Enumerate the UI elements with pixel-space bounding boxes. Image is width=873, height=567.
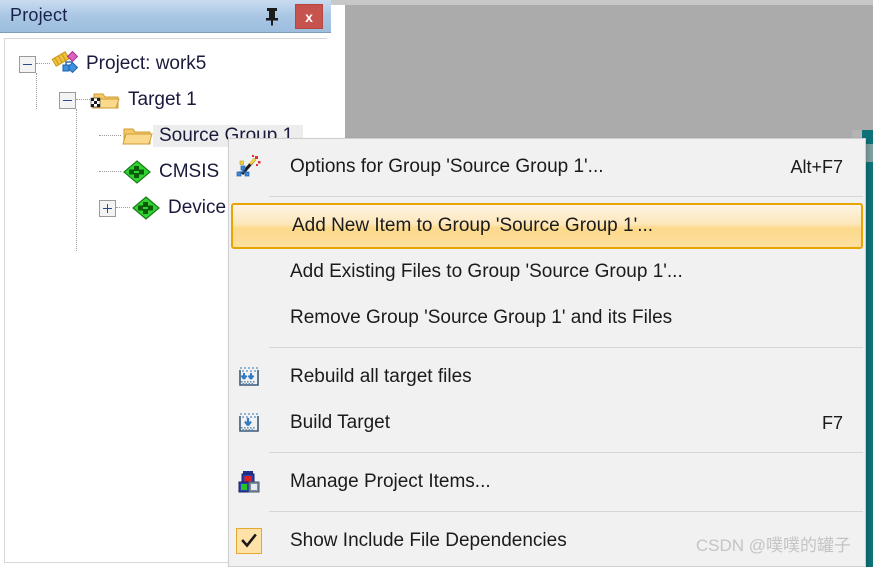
- menu-item-check-container: [229, 528, 268, 554]
- panel-title: Project: [10, 5, 68, 25]
- menu-item-label: Build Target: [290, 412, 390, 433]
- menu-item-build-target[interactable]: Build Target F7: [229, 400, 865, 446]
- tree-item-device[interactable]: Device: [99, 191, 226, 225]
- tree-connector: [36, 63, 50, 65]
- menu-item-manage-project-items[interactable]: Manage Project Items...: [229, 459, 865, 505]
- build-icon: [229, 410, 268, 436]
- tree-connector: [76, 99, 90, 101]
- pin-icon[interactable]: [261, 5, 283, 27]
- tree-connector: [99, 171, 121, 173]
- tree-item-label: Project: work5: [86, 53, 207, 74]
- tree-item-label: CMSIS: [159, 161, 220, 182]
- menu-item-add-new-item[interactable]: Add New Item to Group 'Source Group 1'..…: [231, 203, 863, 249]
- tree-expander-expand[interactable]: [99, 199, 116, 217]
- rebuild-icon: [229, 364, 268, 390]
- tree-item-target-1[interactable]: Target 1: [59, 83, 197, 117]
- menu-item-options-for-group[interactable]: Options for Group 'Source Group 1'... Al…: [229, 144, 865, 190]
- green-diamond-icon: [132, 196, 160, 220]
- menu-item-add-existing-files[interactable]: Add Existing Files to Group 'Source Grou…: [229, 249, 865, 295]
- context-menu: Options for Group 'Source Group 1'... Al…: [228, 138, 866, 567]
- tree-expander-collapse[interactable]: [59, 91, 76, 109]
- project-panel-titlebar: Project x: [0, 0, 331, 33]
- tree-item-label: Device: [168, 197, 227, 218]
- tree-expander-collapse[interactable]: [19, 55, 36, 73]
- menu-item-label: Show Include File Dependencies: [290, 530, 567, 551]
- tree-connector: [116, 207, 130, 209]
- tree-item-label: Target 1: [128, 89, 197, 110]
- green-diamond-icon: [123, 160, 151, 184]
- menu-item-remove-group[interactable]: Remove Group 'Source Group 1' and its Fi…: [229, 295, 865, 341]
- menu-item-show-include-file-dependencies[interactable]: Show Include File Dependencies: [229, 518, 865, 564]
- menu-item-label: Remove Group 'Source Group 1' and its Fi…: [290, 307, 673, 328]
- menu-item-accelerator: Alt+F7: [790, 156, 843, 177]
- menu-item-label: Rebuild all target files: [290, 366, 472, 387]
- tree-connector: [76, 109, 77, 251]
- tree-item-project-root[interactable]: Project: work5: [19, 47, 206, 81]
- close-button[interactable]: x: [295, 4, 323, 29]
- tree-item-cmsis[interactable]: CMSIS: [99, 155, 219, 189]
- magic-wand-icon: [229, 154, 268, 180]
- menu-item-label: Add Existing Files to Group 'Source Grou…: [290, 261, 683, 282]
- project-icon: [51, 51, 79, 74]
- menu-item-label: Options for Group 'Source Group 1'...: [290, 156, 604, 177]
- target-folder-icon: [90, 93, 120, 109]
- menu-item-accelerator: F7: [821, 412, 843, 433]
- menu-item-label: Add New Item to Group 'Source Group 1'..…: [292, 215, 654, 236]
- blocks-icon: [229, 469, 268, 495]
- checkmark-icon: [235, 528, 262, 554]
- menu-item-rebuild-all-target-files[interactable]: Rebuild all target files: [229, 354, 865, 400]
- menu-item-label: Manage Project Items...: [290, 471, 491, 492]
- tree-connector: [99, 135, 121, 137]
- folder-icon: [122, 128, 153, 145]
- close-icon: x: [305, 8, 313, 25]
